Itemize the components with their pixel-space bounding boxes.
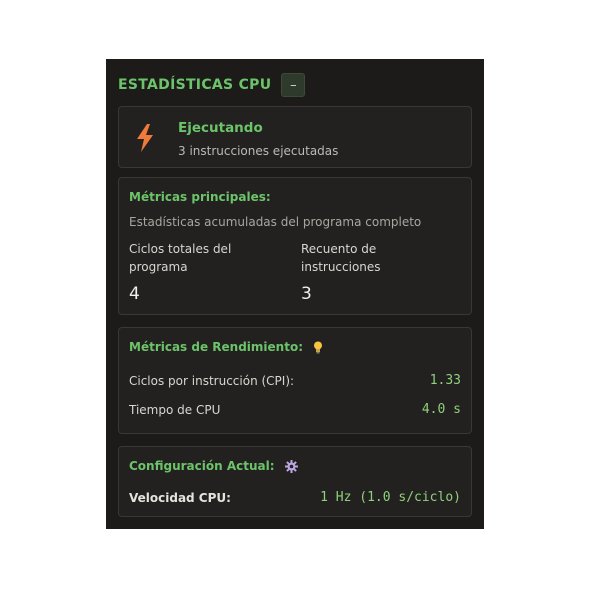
cpi-label: Ciclos por instrucción (CPI): xyxy=(129,373,295,388)
main-metrics-title: Métricas principales: xyxy=(129,190,271,204)
cpu-speed-value: 1 Hz (1.0 s/ciclo) xyxy=(320,490,461,505)
cpi-value: 1.33 xyxy=(429,373,461,388)
gear-icon xyxy=(284,459,298,473)
cpu-speed-label: Velocidad CPU: xyxy=(129,490,231,505)
lightbulb-icon xyxy=(313,341,323,354)
performance-metrics-card: Métricas de Rendimiento: Ciclos por inst… xyxy=(118,327,472,434)
cpu-time-row: Tiempo de CPU 4.0 s xyxy=(129,402,461,417)
metric-value: 3 xyxy=(301,284,312,304)
cpu-speed-row: Velocidad CPU: 1 Hz (1.0 s/ciclo) xyxy=(129,490,461,505)
main-metrics-description: Estadísticas acumuladas del programa com… xyxy=(129,215,422,229)
cpu-time-label: Tiempo de CPU xyxy=(129,402,221,417)
metric-value: 4 xyxy=(129,284,140,304)
performance-title-row: Métricas de Rendimiento: xyxy=(129,340,323,354)
status-subtitle: 3 instrucciones ejecutadas xyxy=(178,144,339,158)
config-title-row: Configuración Actual: xyxy=(129,459,298,473)
collapse-button[interactable]: – xyxy=(281,73,306,97)
status-title: Ejecutando xyxy=(178,120,263,136)
main-metrics-card: Métricas principales: Estadísticas acumu… xyxy=(118,177,472,315)
cpi-row: Ciclos por instrucción (CPI): 1.33 xyxy=(129,373,461,388)
performance-title: Métricas de Rendimiento: xyxy=(129,340,303,354)
panel-header: ESTADÍSTICAS CPU – xyxy=(118,72,306,98)
metric-total-cycles: Ciclos totales del programa 4 xyxy=(129,240,269,304)
config-title: Configuración Actual: xyxy=(129,459,275,473)
metric-label: Ciclos totales del programa xyxy=(129,242,232,274)
cpu-stats-panel: ESTADÍSTICAS CPU – Ejecutando 3 instrucc… xyxy=(106,59,484,529)
metric-instruction-count: Recuento de instrucciones 3 xyxy=(301,240,441,304)
lightning-bolt-icon xyxy=(136,124,154,152)
config-card: Configuración Actual: Velocidad CPU: 1 H… xyxy=(118,446,472,517)
status-card: Ejecutando 3 instrucciones ejecutadas xyxy=(118,106,472,168)
cpu-time-value: 4.0 s xyxy=(421,402,461,417)
panel-title: ESTADÍSTICAS CPU xyxy=(118,77,272,93)
metric-label: Recuento de instrucciones xyxy=(301,242,381,274)
